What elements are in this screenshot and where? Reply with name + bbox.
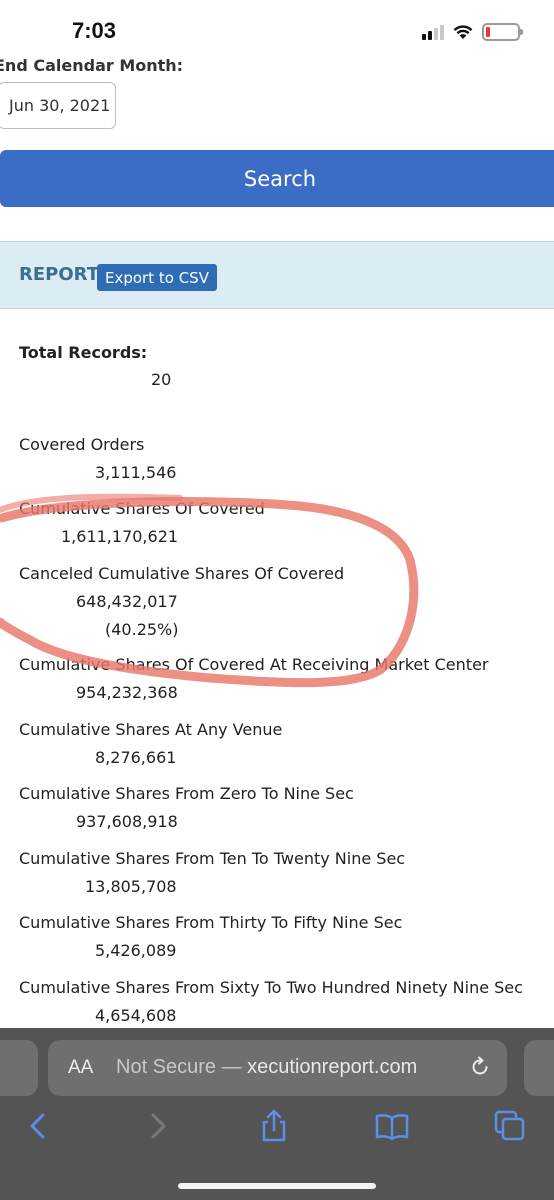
cellular-signal-icon xyxy=(422,24,444,40)
end-calendar-month-label: End Calendar Month: xyxy=(0,56,184,75)
reload-icon[interactable] xyxy=(469,1056,491,1078)
shares-any-venue-value: 8,276,661 xyxy=(95,748,177,767)
cumulative-shares-covered-label: Cumulative Shares Of Covered xyxy=(19,499,265,518)
total-records-value: 20 xyxy=(151,370,172,389)
aa-label: AA xyxy=(68,1057,94,1078)
previous-tab-preview[interactable] xyxy=(0,1040,38,1096)
covered-at-receiving-market-value: 954,232,368 xyxy=(76,683,178,702)
ten-to-twenty-nine-sec-value: 13,805,708 xyxy=(85,877,177,896)
url-domain: xecutionreport.com xyxy=(247,1056,418,1078)
thirty-to-fifty-nine-sec-value: 5,426,089 xyxy=(95,941,177,960)
zero-to-nine-sec-label: Cumulative Shares From Zero To Nine Sec xyxy=(19,784,354,803)
canceled-percentage: (40.25%) xyxy=(105,620,179,639)
chevron-left-icon[interactable] xyxy=(20,1108,56,1144)
next-tab-preview[interactable] xyxy=(524,1040,554,1096)
tabs-icon[interactable] xyxy=(492,1108,528,1144)
battery-level xyxy=(486,27,490,37)
wifi-icon xyxy=(453,25,473,39)
sixty-to-two-ninety-nine-sec-value: 4,654,608 xyxy=(95,1006,177,1025)
covered-orders-label: Covered Orders xyxy=(19,435,145,454)
reader-options-button[interactable]: AA xyxy=(68,1057,93,1079)
ten-to-twenty-nine-sec-label: Cumulative Shares From Ten To Twenty Nin… xyxy=(19,849,406,868)
battery-icon xyxy=(482,23,523,41)
thirty-to-fifty-nine-sec-label: Cumulative Shares From Thirty To Fifty N… xyxy=(19,913,403,932)
search-button[interactable]: Search xyxy=(0,150,554,207)
export-csv-button[interactable]: Export to CSV xyxy=(97,264,217,291)
shares-any-venue-label: Cumulative Shares At Any Venue xyxy=(19,720,283,739)
sixty-to-two-ninety-nine-sec-label: Cumulative Shares From Sixty To Two Hund… xyxy=(19,978,523,997)
cumulative-shares-covered-value: 1,611,170,621 xyxy=(61,527,179,546)
canceled-cumulative-shares-value: 648,432,017 xyxy=(76,592,178,611)
home-indicator xyxy=(178,1183,376,1189)
report-title: REPORT xyxy=(19,264,99,285)
end-calendar-month-input[interactable]: Jun 30, 2021 xyxy=(0,82,116,129)
book-icon[interactable] xyxy=(374,1108,410,1144)
canceled-cumulative-shares-label: Canceled Cumulative Shares Of Covered xyxy=(19,564,345,583)
status-time: 7:03 xyxy=(72,18,117,43)
total-records-label: Total Records: xyxy=(19,343,148,362)
report-header: REPORT Export to CSV xyxy=(0,241,554,309)
chevron-right-icon[interactable] xyxy=(140,1108,176,1144)
share-icon[interactable] xyxy=(256,1108,292,1144)
url-security-prefix: Not Secure — xyxy=(116,1056,242,1078)
address-bar[interactable]: AA Not Secure — xecutionreport.com xyxy=(48,1040,507,1096)
covered-at-receiving-market-label: Cumulative Shares Of Covered At Receivin… xyxy=(19,655,489,674)
status-icons xyxy=(422,22,523,42)
url-text[interactable]: Not Secure — xecutionreport.com xyxy=(116,1056,417,1079)
status-bar: 7:03 xyxy=(0,0,554,58)
covered-orders-value: 3,111,546 xyxy=(95,463,177,482)
zero-to-nine-sec-value: 937,608,918 xyxy=(76,812,178,831)
